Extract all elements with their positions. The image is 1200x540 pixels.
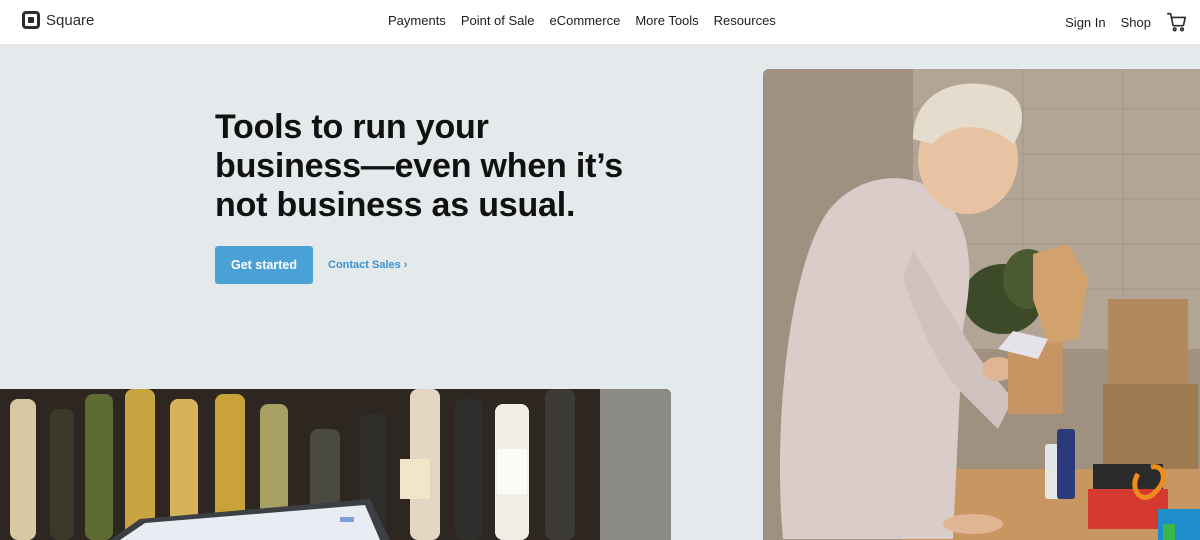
- shop-link[interactable]: Shop: [1121, 15, 1151, 30]
- headline-line-2: business—even when it’s: [215, 147, 623, 185]
- headline-line-3: not business as usual.: [215, 186, 576, 224]
- wine-shop-photo: [0, 389, 671, 540]
- get-started-button[interactable]: Get started: [215, 246, 313, 284]
- primary-nav: Payments Point of Sale eCommerce More To…: [388, 13, 776, 28]
- logo-text: Square: [46, 11, 95, 29]
- nav-item-resources[interactable]: Resources: [714, 13, 776, 28]
- nav-item-point-of-sale[interactable]: Point of Sale: [461, 13, 535, 28]
- cart-icon[interactable]: [1166, 11, 1188, 33]
- square-logo[interactable]: Square: [22, 11, 94, 29]
- account-nav: Sign In Shop: [1065, 11, 1188, 33]
- headline-line-1: Tools to run your: [215, 108, 489, 146]
- contact-sales-link[interactable]: Contact Sales ›: [328, 259, 407, 271]
- nav-item-more-tools[interactable]: More Tools: [635, 13, 698, 28]
- square-logo-icon: [22, 11, 40, 29]
- nav-item-ecommerce[interactable]: eCommerce: [550, 13, 621, 28]
- hero-headline: Tools to run your business—even when it’…: [215, 108, 655, 225]
- hero-photo-woman-packing: [763, 69, 1200, 540]
- nav-item-payments[interactable]: Payments: [388, 13, 446, 28]
- sign-in-link[interactable]: Sign In: [1065, 15, 1105, 30]
- top-navigation-bar: Square Payments Point of Sale eCommerce …: [0, 0, 1200, 45]
